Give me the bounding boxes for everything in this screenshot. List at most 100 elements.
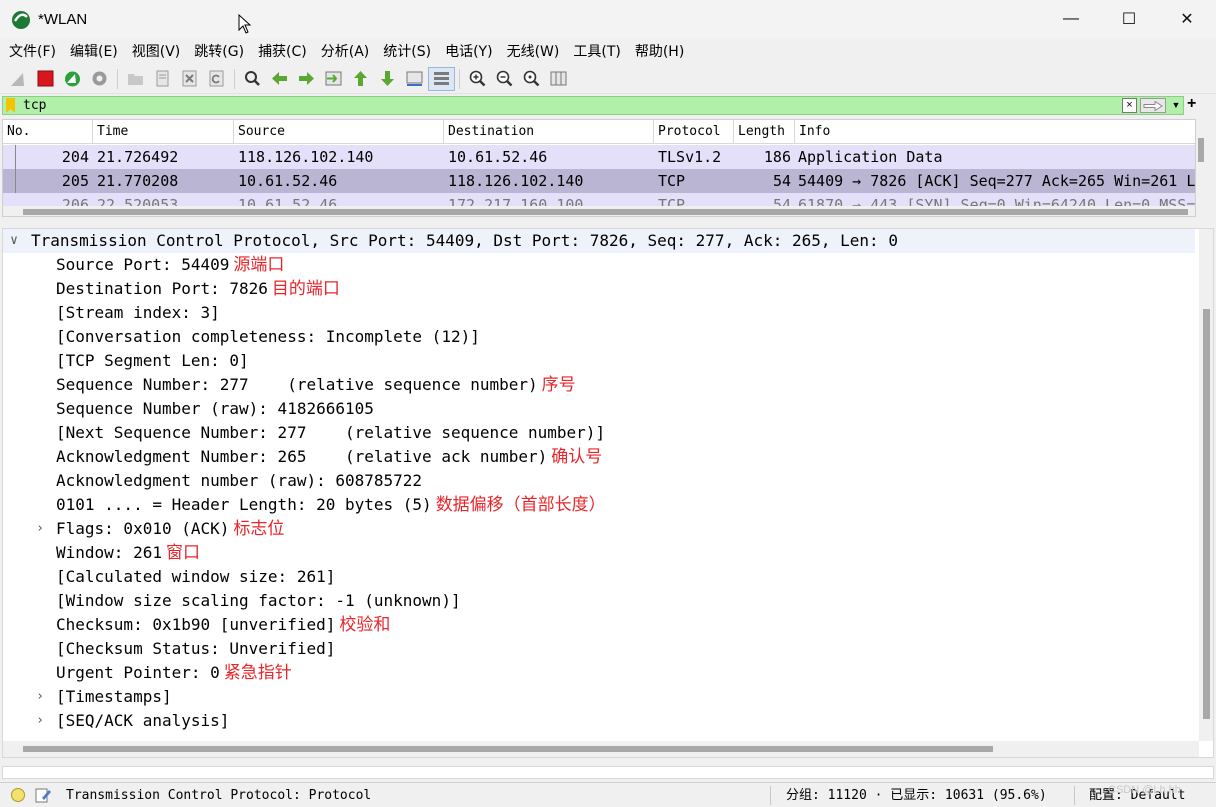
- zoom-in-button[interactable]: [464, 67, 491, 91]
- watermark: CSDN @Lh.hh: [1108, 784, 1181, 796]
- packet-bytes-pane[interactable]: [2, 766, 1214, 779]
- packet-source: 118.126.102.140: [238, 148, 374, 166]
- status-bar: Transmission Control Protocol: Protocol …: [0, 782, 1216, 807]
- display-filter-input[interactable]: tcp: [23, 98, 1122, 113]
- detail-line-seq-ack-analysis[interactable]: › [SEQ/ACK analysis]: [3, 709, 1193, 733]
- collapse-chevron-icon[interactable]: ∨: [7, 229, 21, 253]
- col-header-destination[interactable]: Destination: [444, 120, 654, 144]
- detail-line-source-port[interactable]: Source Port: 54409 源端口: [56, 253, 284, 277]
- detail-line-urgent-pointer[interactable]: Urgent Pointer: 0 紧急指针: [56, 661, 292, 685]
- open-file-button[interactable]: [122, 67, 149, 91]
- detail-line-calc-window[interactable]: [Calculated window size: 261]: [56, 565, 335, 589]
- packet-list-hscroll-thumb[interactable]: [23, 209, 1188, 215]
- col-header-info[interactable]: Info: [795, 120, 1195, 144]
- detail-text: Sequence Number (raw): 4182666105: [56, 399, 374, 418]
- packet-list-pane: No. Time Source Destination Protocol Len…: [2, 119, 1196, 217]
- detail-line-window[interactable]: Window: 261 窗口: [56, 541, 200, 565]
- colorize-button[interactable]: [428, 66, 455, 91]
- packet-row[interactable]: 204 21.726492 118.126.102.140 10.61.52.4…: [3, 145, 1195, 169]
- detail-text: Checksum: 0x1b90 [unverified]: [56, 615, 336, 634]
- col-header-no[interactable]: No.: [3, 120, 93, 144]
- arrow-left-icon: [272, 72, 287, 85]
- go-back-button[interactable]: [266, 67, 293, 91]
- find-packet-button[interactable]: [239, 67, 266, 91]
- detail-line-conversation[interactable]: [Conversation completeness: Incomplete (…: [56, 325, 480, 349]
- zoom-out-button[interactable]: [491, 67, 518, 91]
- detail-line-ack[interactable]: Acknowledgment Number: 265 (relative ack…: [56, 445, 602, 469]
- start-capture-button[interactable]: [5, 67, 32, 91]
- mouse-cursor-icon: [238, 14, 252, 34]
- col-header-time[interactable]: Time: [93, 120, 234, 144]
- menu-analyze[interactable]: 分析(A): [314, 41, 377, 61]
- apply-filter-icon[interactable]: [1140, 98, 1166, 113]
- details-vscroll-thumb[interactable]: [1203, 309, 1210, 719]
- menu-view[interactable]: 视图(V): [125, 41, 188, 61]
- go-to-packet-button[interactable]: [320, 67, 347, 91]
- expert-info-led-icon[interactable]: [11, 788, 25, 802]
- clear-filter-icon[interactable]: ×: [1122, 98, 1137, 113]
- detail-line-window-scaling[interactable]: [Window size scaling factor: -1 (unknown…: [56, 589, 461, 613]
- reload-file-button[interactable]: [203, 67, 230, 91]
- detail-text: Acknowledgment Number: 265 (relative ack…: [56, 447, 548, 466]
- zoom-reset-button[interactable]: [518, 67, 545, 91]
- packet-row-selected[interactable]: 205 21.770208 10.61.52.46 118.126.102.14…: [3, 169, 1195, 193]
- detail-line-seq[interactable]: Sequence Number: 277 (relative sequence …: [56, 373, 576, 397]
- detail-line-header-length[interactable]: 0101 .... = Header Length: 20 bytes (5) 数…: [56, 493, 606, 517]
- menu-statistics[interactable]: 统计(S): [376, 41, 438, 61]
- stop-icon: [37, 70, 54, 87]
- maximize-button[interactable]: ☐: [1100, 0, 1158, 38]
- detail-line-segment-len[interactable]: [TCP Segment Len: 0]: [56, 349, 249, 373]
- folder-icon: [128, 74, 143, 85]
- capture-options-button[interactable]: [86, 67, 113, 91]
- add-filter-button[interactable]: +: [1187, 95, 1196, 113]
- last-packet-button[interactable]: [374, 67, 401, 91]
- detail-line-stream-index[interactable]: [Stream index: 3]: [56, 301, 220, 325]
- expand-chevron-icon[interactable]: ›: [33, 517, 47, 541]
- resize-columns-button[interactable]: [545, 67, 572, 91]
- filter-history-dropdown[interactable]: ▼: [1169, 98, 1183, 113]
- detail-line-flags[interactable]: › Flags: 0x010 (ACK) 标志位: [3, 517, 1193, 541]
- detail-text: Destination Port: 7826: [56, 279, 268, 298]
- menu-tools[interactable]: 工具(T): [566, 41, 627, 61]
- col-header-length[interactable]: Length: [734, 120, 795, 144]
- status-message: Transmission Control Protocol: Protocol: [66, 788, 372, 803]
- packet-list-vscroll-thumb[interactable]: [1198, 138, 1204, 162]
- detail-line-destination-port[interactable]: Destination Port: 7826 目的端口: [56, 277, 340, 301]
- packet-list-hscrollbar[interactable]: [3, 206, 1195, 216]
- status-separator: [1074, 786, 1075, 805]
- menu-help[interactable]: 帮助(H): [628, 41, 691, 61]
- menu-capture[interactable]: 捕获(C): [251, 41, 314, 61]
- expand-chevron-icon[interactable]: ›: [33, 709, 47, 733]
- detail-line-checksum[interactable]: Checksum: 0x1b90 [unverified] 校验和: [56, 613, 390, 637]
- close-file-button[interactable]: [176, 67, 203, 91]
- go-forward-button[interactable]: [293, 67, 320, 91]
- col-header-protocol[interactable]: Protocol: [654, 120, 734, 144]
- minimize-button[interactable]: —: [1042, 0, 1100, 38]
- stop-capture-button[interactable]: [32, 67, 59, 91]
- detail-text: Sequence Number: 277 (relative sequence …: [56, 375, 538, 394]
- autoscroll-button[interactable]: [401, 67, 428, 91]
- restart-capture-button[interactable]: [59, 67, 86, 91]
- tcp-tree-header[interactable]: ∨ Transmission Control Protocol, Src Por…: [3, 229, 1195, 253]
- menu-edit[interactable]: 编辑(E): [63, 41, 125, 61]
- detail-line-ack-raw[interactable]: Acknowledgment number (raw): 608785722: [56, 469, 422, 493]
- details-hscroll-thumb[interactable]: [23, 746, 993, 752]
- menu-file[interactable]: 文件(F): [2, 41, 63, 61]
- first-packet-button[interactable]: [347, 67, 374, 91]
- col-header-source[interactable]: Source: [234, 120, 444, 144]
- annotation-text: 紧急指针: [223, 663, 292, 683]
- menu-telephony[interactable]: 电话(Y): [438, 41, 499, 61]
- filter-bookmark-icon[interactable]: [3, 97, 17, 114]
- close-button[interactable]: ✕: [1158, 0, 1216, 38]
- detail-line-seq-raw[interactable]: Sequence Number (raw): 4182666105: [56, 397, 374, 421]
- menu-wireless[interactable]: 无线(W): [500, 41, 567, 61]
- detail-line-timestamps[interactable]: › [Timestamps]: [3, 685, 1193, 709]
- detail-line-checksum-status[interactable]: [Checksum Status: Unverified]: [56, 637, 335, 661]
- save-file-button[interactable]: [149, 67, 176, 91]
- packet-list-header: No. Time Source Destination Protocol Len…: [3, 120, 1195, 144]
- menu-go[interactable]: 跳转(G): [187, 41, 251, 61]
- expand-chevron-icon[interactable]: ›: [33, 685, 47, 709]
- capture-comment-icon[interactable]: [34, 786, 52, 804]
- menu-bar: 文件(F) 编辑(E) 视图(V) 跳转(G) 捕获(C) 分析(A) 统计(S…: [0, 38, 1216, 64]
- detail-line-next-seq[interactable]: [Next Sequence Number: 277 (relative seq…: [56, 421, 605, 445]
